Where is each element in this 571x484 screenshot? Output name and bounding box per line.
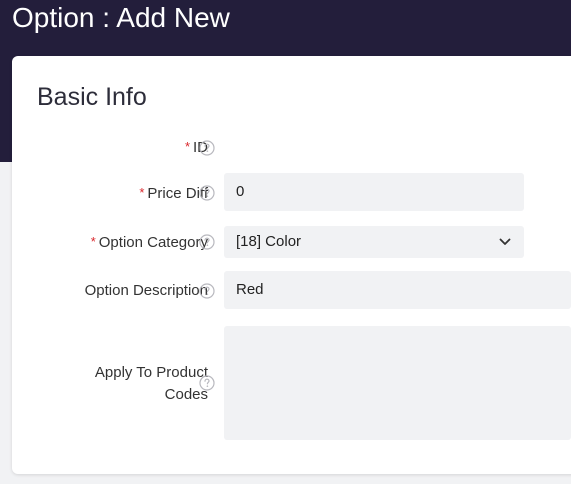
price-diff-label: * Price Diff [139,185,208,202]
help-icon[interactable] [199,140,215,156]
apply-to-product-codes-textarea[interactable] [224,326,571,440]
price-diff-input[interactable]: 0 [224,173,524,211]
help-icon[interactable] [199,283,215,299]
help-icon[interactable] [199,375,215,391]
option-description-input[interactable]: Red [224,271,571,309]
option-description-label: Option Description [84,282,208,299]
chevron-down-icon [499,238,511,245]
form-card: Basic Info * ID * Price Diff 0 * Option Cat… [12,56,571,474]
help-icon[interactable] [199,234,215,250]
help-icon[interactable] [199,185,215,201]
apply-to-product-codes-label: Apply To Product Codes [94,364,208,403]
required-mark: * [184,139,190,154]
option-category-select[interactable]: [18] Color [224,226,524,258]
page-title: Option : Add New [12,2,230,33]
required-mark: * [90,234,96,249]
required-mark: * [139,185,145,200]
option-category-label: * Option Category [90,234,208,251]
section-title: Basic Info [37,83,147,111]
